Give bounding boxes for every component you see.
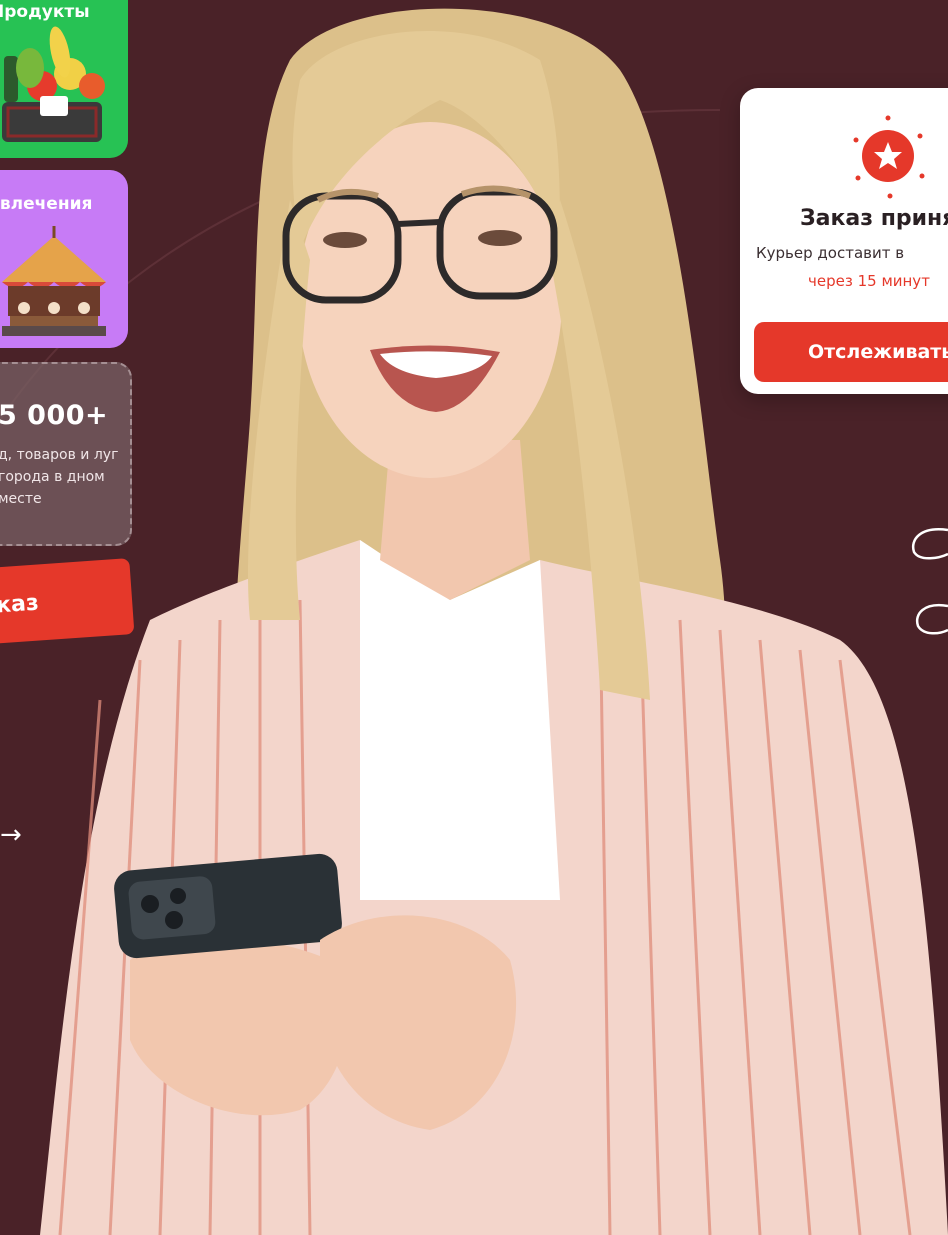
hero-banner: Продукты звлечения 5 000+ [0,0,948,1235]
delivery-time: через 15 минут [808,272,930,290]
decorative-loops [911,528,948,635]
confirmation-text: Курьер доставит в [756,244,905,262]
track-order-button[interactable]: Отслеживать [754,322,948,382]
confirmation-title: Заказ принят [800,206,948,231]
order-confirmation-card: Заказ принят Курьер доставит в через 15 … [740,88,948,394]
star-badge-icon [853,115,925,199]
